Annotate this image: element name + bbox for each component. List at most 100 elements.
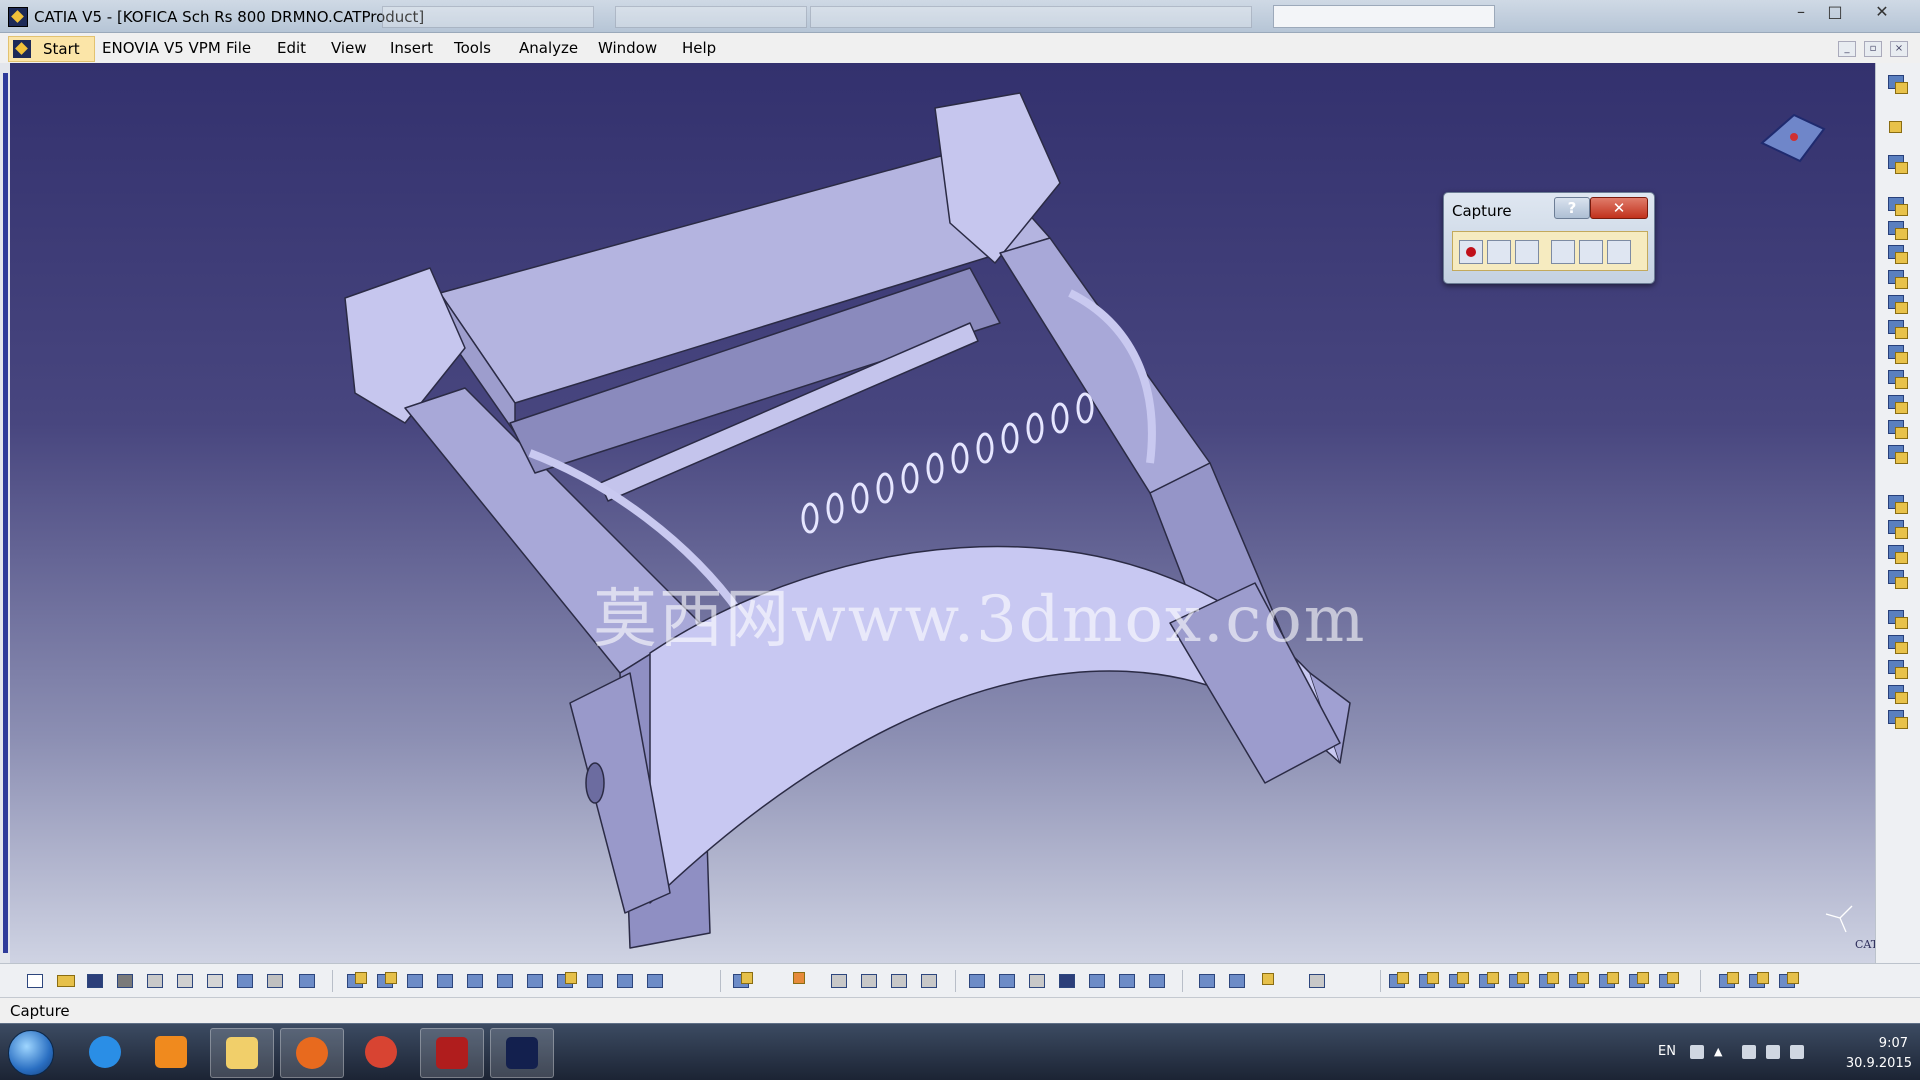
background-tab[interactable] [615,6,807,28]
swap-space-icon[interactable] [646,971,668,991]
toolbar-icon[interactable] [1886,683,1908,705]
toolbar-icon[interactable] [1886,633,1908,655]
constraint-icon[interactable] [860,971,882,991]
toolbar-icon[interactable] [1886,518,1908,540]
grid-icon[interactable] [784,971,806,991]
acrobat-icon[interactable] [420,1028,484,1078]
network-icon[interactable] [1766,1045,1780,1059]
clock-time[interactable]: 9:07 [1879,1036,1908,1051]
menu-tools[interactable]: Tools [454,39,491,57]
capture-mode-icon[interactable] [1607,240,1631,264]
doc-minimize-button[interactable]: _ [1838,41,1856,57]
toolbar-icon[interactable] [1886,393,1908,415]
toolbar-icon[interactable] [1886,493,1908,515]
show-hidden-icon[interactable]: ▲ [1714,1045,1728,1059]
flag-icon[interactable] [1742,1045,1756,1059]
specification-tree-strip[interactable] [0,63,10,963]
toolbar-icon[interactable] [1886,153,1908,175]
catia-icon[interactable] [490,1028,554,1078]
toolbar-icon[interactable] [1886,368,1908,390]
doc-close-button[interactable]: × [1890,41,1908,57]
volume-icon[interactable] [1790,1045,1804,1059]
knowledge-icon[interactable] [1028,971,1050,991]
capture-dialog[interactable]: Capture ? ✕ [1443,192,1655,284]
clock-date[interactable]: 30.9.2015 [1846,1056,1912,1071]
render-icon[interactable] [1718,971,1740,991]
fly-mode-icon[interactable] [346,971,368,991]
menu-window[interactable]: Window [598,39,657,57]
snap-icon[interactable] [830,971,852,991]
select-mode-icon[interactable] [1487,240,1511,264]
redo-icon[interactable] [266,971,288,991]
toolbar-icon[interactable] [1886,268,1908,290]
explode-icon[interactable] [1658,971,1680,991]
copy-icon[interactable] [176,971,198,991]
formula-icon[interactable] [968,971,990,991]
album-icon[interactable] [1579,240,1603,264]
catalog-icon[interactable] [732,971,754,991]
iso-view-icon[interactable] [556,971,578,991]
background-tab[interactable] [382,6,594,28]
help-button[interactable]: ? [1554,197,1590,219]
toolbar-icon[interactable] [1886,318,1908,340]
capture-3d-icon[interactable] [1551,240,1575,264]
inertia-icon[interactable] [1258,971,1280,991]
menu-file[interactable]: File [226,39,251,57]
windows-start-icon[interactable] [8,1030,54,1076]
start-menu-button[interactable]: Start [8,36,95,62]
toolbar-icon[interactable] [1886,418,1908,440]
ie-icon[interactable] [74,1028,136,1076]
distance-icon[interactable] [1198,971,1220,991]
section-icon[interactable] [1598,971,1620,991]
record-icon[interactable] [1459,240,1483,264]
capture-options-icon[interactable] [1515,240,1539,264]
search-input[interactable] [1273,5,1495,28]
tree-icon[interactable] [1088,971,1110,991]
toolbar-icon[interactable] [1886,195,1908,217]
new-icon[interactable] [26,971,48,991]
normal-view-icon[interactable] [526,971,548,991]
pan-icon[interactable] [406,971,428,991]
toolbar-icon[interactable] [1886,219,1908,241]
menu-insert[interactable]: Insert [390,39,433,57]
maximize-button[interactable]: □ [1818,0,1852,24]
open-icon[interactable] [56,971,78,991]
save-icon[interactable] [86,971,108,991]
menu-analyze[interactable]: Analyze [519,39,578,57]
menu-view[interactable]: View [331,39,367,57]
toolbar-icon[interactable] [1886,708,1908,730]
table-icon[interactable] [1058,971,1080,991]
measure-icon[interactable] [1148,971,1170,991]
toolbar-icon[interactable] [1886,608,1908,630]
clash-icon[interactable] [1568,971,1590,991]
comment-icon[interactable] [998,971,1020,991]
toolbar-icon[interactable] [1886,543,1908,565]
render-style-icon[interactable] [586,971,608,991]
snap-tool-icon[interactable] [1508,971,1530,991]
doc-restore-button[interactable]: ▫ [1864,41,1882,57]
compass-tool-icon[interactable] [1478,971,1500,991]
fit-all-icon[interactable] [376,971,398,991]
background-tab[interactable] [810,6,1252,28]
toolbar-icon[interactable] [1886,243,1908,265]
manipulate-icon[interactable] [920,971,942,991]
zoom-in-icon[interactable] [466,971,488,991]
apply-material-icon[interactable] [1748,971,1770,991]
paste-icon[interactable] [206,971,228,991]
minimize-button[interactable]: – [1784,0,1818,24]
toolbar-icon[interactable] [1886,293,1908,315]
update-icon[interactable] [890,971,912,991]
select-icon[interactable] [1886,119,1908,141]
undo-icon[interactable] [236,971,258,991]
keyboard-icon[interactable] [1690,1045,1704,1059]
measure-item-icon[interactable] [1228,971,1250,991]
explorer-icon[interactable] [210,1028,274,1078]
language-indicator[interactable]: EN [1658,1044,1676,1059]
close-button[interactable]: ✕ [1865,0,1899,24]
dialog-close-button[interactable]: ✕ [1590,197,1648,219]
scene-icon[interactable] [1778,971,1800,991]
part-icon[interactable] [1118,971,1140,991]
toolbar-icon[interactable] [1886,568,1908,590]
firefox-icon[interactable] [280,1028,344,1078]
product-icon[interactable] [1448,971,1470,991]
